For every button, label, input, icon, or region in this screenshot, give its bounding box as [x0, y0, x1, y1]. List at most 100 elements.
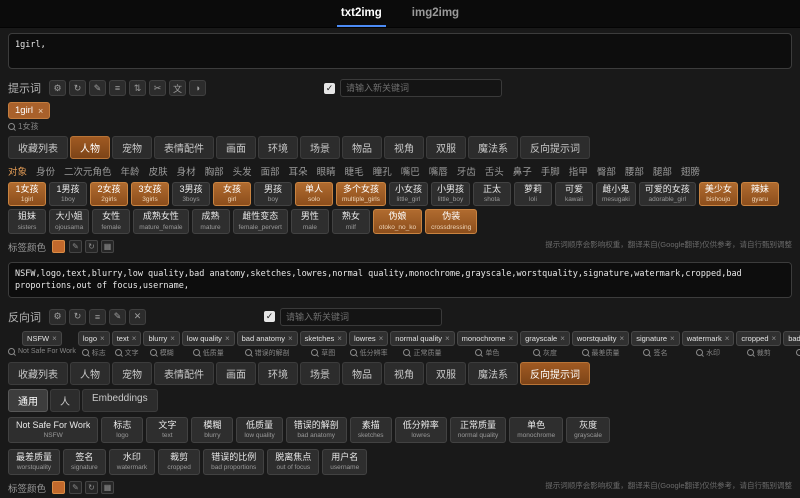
subcategory-link[interactable]: 鼻子	[513, 164, 532, 178]
subcategory-link[interactable]: 胸部	[205, 164, 224, 178]
negative-toolbar-icon-button[interactable]: ↻	[69, 308, 86, 325]
new-keyword-input[interactable]	[340, 79, 502, 97]
tag-button[interactable]: 正太 shota	[472, 182, 511, 207]
color-tool-button[interactable]: ✎	[69, 481, 83, 494]
subcategory-link[interactable]: 腰部	[625, 164, 644, 178]
prompt-toolbar-icon-button[interactable]: ✂	[149, 80, 166, 96]
tag-button[interactable]: 萝莉 loli	[513, 182, 552, 207]
tag-button[interactable]: 男孩 boy	[254, 182, 292, 207]
tag-button[interactable]: 1男孩 1boy	[49, 182, 87, 207]
subcategory-link[interactable]: 手脚	[541, 164, 560, 178]
search-icon[interactable]	[311, 349, 319, 356]
negative-tag-chip[interactable]: signature ×	[631, 330, 680, 346]
prompt-toolbar-icon-button[interactable]: ✎	[89, 80, 106, 96]
category-tab[interactable]: 魔法系	[468, 361, 518, 385]
negative-new-keyword-input[interactable]	[280, 307, 442, 326]
subcategory-link[interactable]: 皮肤	[149, 164, 168, 178]
remove-tag-icon[interactable]: ×	[772, 334, 777, 343]
category-tab[interactable]: 反向提示词	[520, 361, 590, 385]
search-icon[interactable]	[244, 349, 252, 356]
remove-tag-icon[interactable]: ×	[225, 334, 230, 343]
remove-tag-icon[interactable]: ×	[670, 334, 675, 343]
color-tool-button[interactable]: ✎	[69, 239, 83, 253]
negative-tag-chip[interactable]: bad proportions ×	[783, 330, 800, 346]
negative-toolbar-icon-button[interactable]: ✎	[109, 308, 126, 325]
mode-tab[interactable]: img2img	[408, 0, 463, 27]
color-tool-button[interactable]: ▦	[101, 481, 115, 494]
prompt-textarea[interactable]: 1girl,	[8, 33, 792, 69]
subcategory-link[interactable]: 嘴唇	[429, 164, 448, 178]
negative-toolbar-icon-button[interactable]: ✕	[129, 308, 146, 325]
prompt-toolbar-icon-button[interactable]: ◑	[189, 80, 206, 96]
subcategory-link[interactable]: 瞳孔	[373, 164, 392, 178]
tag-button[interactable]: 熟女 milf	[331, 209, 370, 234]
negative-tag-chip[interactable]: logo ×	[77, 330, 110, 346]
negative-tag-button[interactable]: 素描 sketches	[349, 416, 392, 443]
tag-button[interactable]: 姐妹 sisters	[8, 209, 46, 234]
subcategory-link[interactable]: 面部	[261, 164, 280, 178]
negative-tag-button[interactable]: 单色 monochrome	[509, 416, 564, 443]
subcategory-link[interactable]: 身份	[36, 164, 55, 178]
tag-button[interactable]: 女性 female	[92, 209, 131, 234]
negative-tag-chip[interactable]: text ×	[111, 330, 142, 346]
orange-color-swatch[interactable]	[52, 239, 66, 253]
negative-tag-chip[interactable]: NSFW ×	[22, 330, 62, 346]
remove-tag-icon[interactable]: ×	[52, 334, 57, 343]
remove-tag-icon[interactable]: ×	[132, 334, 137, 343]
subcategory-link[interactable]: 腿部	[653, 164, 672, 178]
remove-tag-icon[interactable]: ×	[379, 334, 384, 343]
tag-button[interactable]: 小男孩 little_boy	[430, 182, 470, 207]
remove-tag-icon[interactable]: ×	[100, 334, 105, 343]
color-tool-button[interactable]: ↻	[85, 239, 99, 253]
negative-toolbar-icon-button[interactable]: ⚙	[49, 308, 66, 325]
remove-tag-icon[interactable]: ×	[725, 334, 730, 343]
category-tab[interactable]: 收藏列表	[8, 136, 68, 159]
negative-textarea[interactable]: NSFW,logo,text,blurry,low quality,bad an…	[8, 261, 792, 298]
negative-subtab[interactable]: 人	[50, 388, 80, 412]
negative-tag-chip[interactable]: lowres ×	[348, 330, 389, 346]
tag-button[interactable]: 男性 male	[290, 209, 329, 234]
category-tab[interactable]: 表情配件	[154, 136, 214, 159]
keyword-checkbox[interactable]: ✓	[324, 82, 335, 94]
tag-button[interactable]: 可爱 kawaii	[554, 182, 593, 207]
subcategory-link[interactable]: 指甲	[569, 164, 588, 178]
tag-button[interactable]: 2女孩 2girls	[90, 182, 128, 207]
prompt-toolbar-icon-button[interactable]: ↻	[69, 80, 86, 96]
negative-tag-chip[interactable]: bad anatomy ×	[236, 330, 298, 346]
tag-button[interactable]: 辣妹 gyaru	[740, 182, 779, 207]
mode-tab[interactable]: txt2img	[336, 0, 386, 27]
search-icon[interactable]	[192, 349, 200, 356]
category-tab[interactable]: 收藏列表	[8, 361, 68, 385]
subcategory-link[interactable]: 头发	[233, 164, 252, 178]
tag-button[interactable]: 雌性变态 female_pervert	[232, 209, 288, 234]
search-icon[interactable]	[81, 349, 89, 356]
color-tool-button[interactable]: ▦	[101, 239, 115, 253]
remove-tag-icon[interactable]: ×	[508, 334, 513, 343]
tag-button[interactable]: 单人 solo	[295, 182, 333, 207]
search-icon[interactable]	[475, 349, 483, 356]
tag-button[interactable]: 多个女孩 multiple_girls	[336, 182, 386, 207]
subcategory-link[interactable]: 眼睛	[317, 164, 336, 178]
negative-tag-button[interactable]: 用户名 username	[322, 448, 368, 475]
category-tab[interactable]: 画面	[216, 136, 256, 159]
negative-tag-chip[interactable]: sketches ×	[299, 330, 347, 346]
remove-tag-icon[interactable]: ×	[337, 334, 342, 343]
tag-button[interactable]: 成熟女性 mature_female	[133, 209, 189, 234]
category-tab[interactable]: 魔法系	[468, 136, 518, 159]
remove-tag-icon[interactable]: ×	[445, 334, 450, 343]
search-icon[interactable]	[643, 349, 651, 356]
remove-tag-icon[interactable]: ×	[560, 334, 565, 343]
subcategory-link[interactable]: 对象	[8, 164, 27, 178]
tag-button[interactable]: 伪装 crossdressing	[425, 209, 478, 234]
remove-tag-icon[interactable]: ×	[38, 106, 43, 116]
negative-tag-button[interactable]: 脱离焦点 out of focus	[267, 448, 320, 475]
negative-tag-button[interactable]: 裁剪 cropped	[158, 448, 201, 475]
category-tab[interactable]: 场景	[300, 136, 340, 159]
prompt-tag-chip[interactable]: 1girl ×	[8, 102, 51, 119]
category-tab[interactable]: 表情配件	[154, 361, 214, 385]
tag-button[interactable]: 可爱的女孩 adorable_girl	[638, 182, 696, 207]
negative-tag-button[interactable]: Not Safe For Work NSFW	[8, 416, 99, 443]
tag-button[interactable]: 3女孩 3girls	[131, 182, 169, 207]
negative-toolbar-icon-button[interactable]: ≡	[89, 308, 106, 325]
category-tab[interactable]: 宠物	[112, 136, 152, 159]
